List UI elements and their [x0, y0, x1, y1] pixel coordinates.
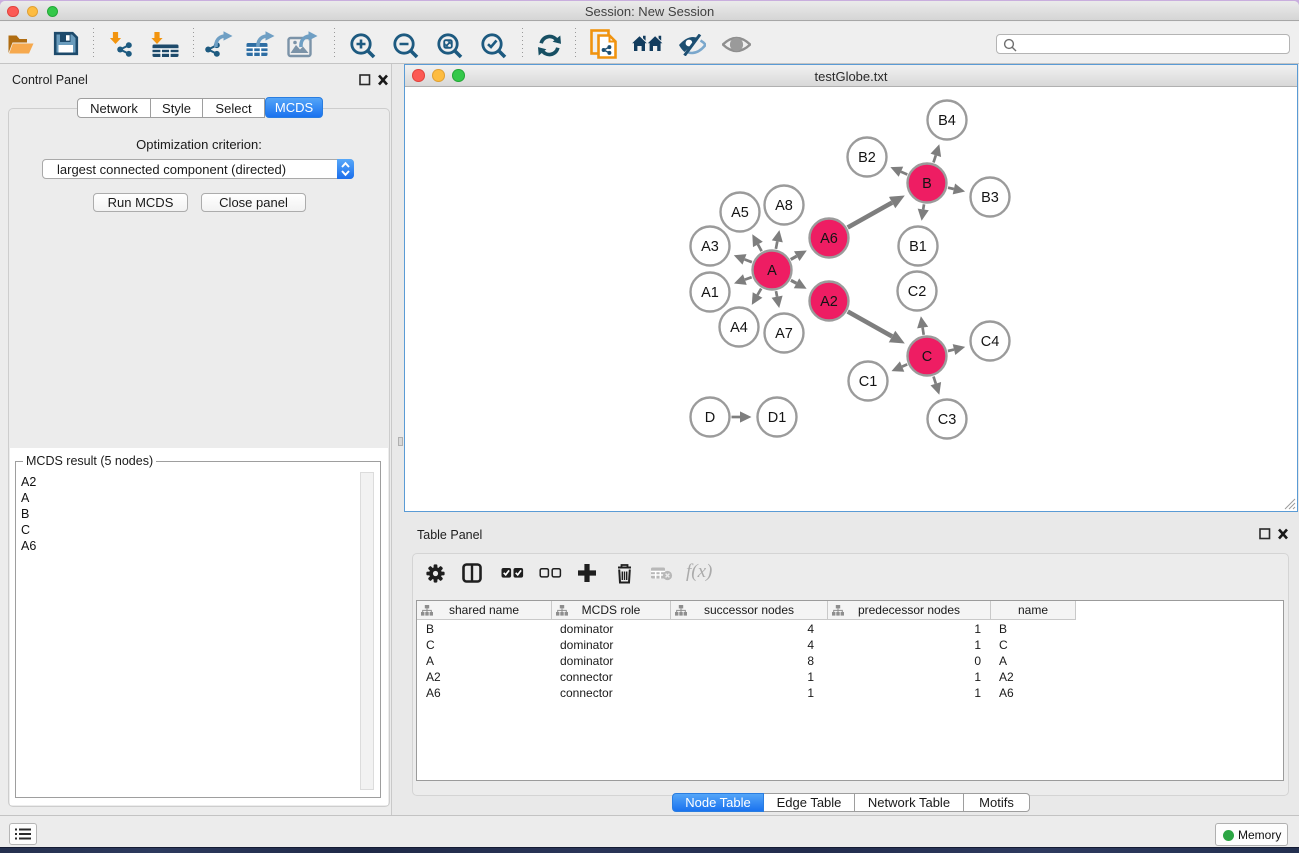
- svg-text:B2: B2: [858, 150, 876, 166]
- svg-text:A6: A6: [820, 231, 838, 247]
- svg-text:D1: D1: [768, 410, 787, 426]
- svg-text:A: A: [767, 263, 777, 279]
- svg-text:C: C: [922, 349, 932, 365]
- svg-text:D: D: [705, 410, 715, 426]
- svg-text:B4: B4: [938, 113, 956, 129]
- svg-text:B1: B1: [909, 239, 927, 255]
- svg-text:C4: C4: [981, 334, 1000, 350]
- svg-text:B3: B3: [981, 190, 999, 206]
- svg-text:A5: A5: [731, 205, 749, 221]
- svg-text:A1: A1: [701, 285, 719, 301]
- svg-text:A4: A4: [730, 320, 748, 336]
- svg-text:B: B: [922, 176, 932, 192]
- svg-text:C3: C3: [938, 412, 957, 428]
- svg-text:A3: A3: [701, 239, 719, 255]
- svg-text:A7: A7: [775, 326, 793, 342]
- svg-text:C2: C2: [908, 284, 927, 300]
- svg-text:A2: A2: [820, 294, 838, 310]
- svg-text:A8: A8: [775, 198, 793, 214]
- svg-text:C1: C1: [859, 374, 878, 390]
